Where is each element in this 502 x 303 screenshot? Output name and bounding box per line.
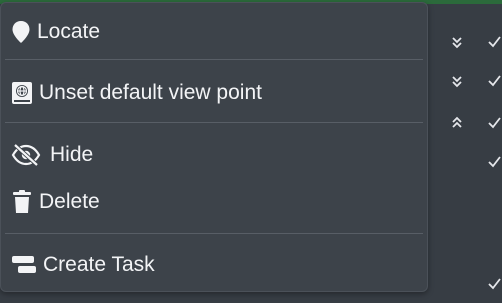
context-menu: Locate Unset default view point Hide Del… bbox=[0, 2, 428, 292]
location-pin-icon bbox=[11, 20, 31, 44]
menu-separator bbox=[5, 233, 423, 234]
check-icon[interactable] bbox=[487, 74, 501, 88]
menu-item-locate[interactable]: Locate bbox=[1, 13, 427, 51]
menu-item-unset-default-view-point[interactable]: Unset default view point bbox=[1, 74, 427, 112]
trash-icon bbox=[11, 190, 33, 214]
menu-item-create-task[interactable]: Create Task bbox=[1, 246, 427, 284]
menu-separator bbox=[5, 59, 423, 60]
menu-separator bbox=[5, 122, 423, 123]
check-icon[interactable] bbox=[487, 277, 501, 291]
double-chevron-down-icon[interactable] bbox=[450, 74, 464, 88]
menu-item-label: Locate bbox=[37, 20, 101, 43]
menu-item-delete[interactable]: Delete bbox=[1, 183, 427, 221]
globe-book-icon bbox=[11, 81, 33, 105]
check-icon[interactable] bbox=[487, 35, 501, 49]
check-icon[interactable] bbox=[487, 116, 501, 130]
menu-item-hide[interactable]: Hide bbox=[1, 136, 427, 174]
double-chevron-up-icon[interactable] bbox=[450, 115, 464, 129]
menu-item-label: Create Task bbox=[43, 253, 155, 276]
task-card-icon bbox=[11, 253, 37, 277]
eye-slash-icon bbox=[11, 143, 41, 167]
menu-item-label: Unset default view point bbox=[39, 81, 262, 104]
menu-item-label: Delete bbox=[39, 190, 100, 213]
menu-item-label: Hide bbox=[50, 143, 94, 166]
double-chevron-down-icon[interactable] bbox=[450, 35, 464, 49]
check-icon[interactable] bbox=[487, 155, 501, 169]
